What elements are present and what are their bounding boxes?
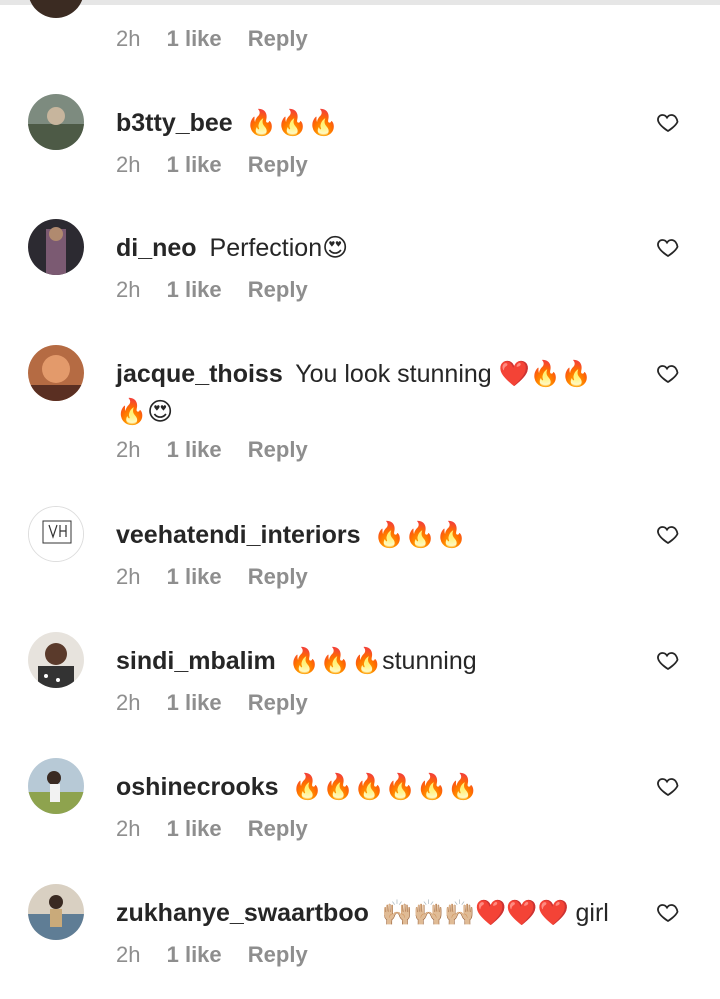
comment-likes[interactable]: 1 like — [167, 437, 222, 462]
comment-likes[interactable]: 1 like — [167, 152, 222, 177]
comment-meta: 2h 1 like Reply — [116, 26, 308, 52]
avatar[interactable] — [28, 0, 84, 18]
comment-text: zukhanye_swaartboo 🙌🏼🙌🏼🙌🏼❤️❤️❤️ girl — [116, 894, 626, 932]
comment-time: 2h — [116, 942, 141, 967]
comment-username[interactable]: sindi_mbalim — [116, 647, 276, 675]
comment-text: veehatendi_interiors 🔥🔥🔥 — [116, 516, 626, 554]
comment-text: oshinecrooks 🔥🔥🔥🔥🔥🔥 — [116, 768, 626, 806]
avatar[interactable] — [28, 884, 84, 940]
comment-time: 2h — [116, 564, 141, 589]
avatar[interactable] — [28, 758, 84, 814]
avatar[interactable] — [28, 94, 84, 150]
comment-text: sindi_mbalim 🔥🔥🔥stunning — [116, 642, 626, 680]
comment-body: 🔥🔥🔥stunning — [288, 647, 477, 675]
reply-button[interactable]: Reply — [248, 152, 308, 177]
like-heart-icon[interactable] — [656, 774, 680, 798]
reply-button[interactable]: Reply — [248, 942, 308, 967]
reply-button[interactable]: Reply — [248, 26, 308, 51]
comment-body: 🙌🏼🙌🏼🙌🏼❤️❤️❤️ girl — [381, 899, 609, 927]
avatar[interactable] — [28, 506, 84, 562]
comment-text: jacque_thoiss You look stunning ❤️🔥🔥🔥😍 — [116, 355, 616, 431]
comment-text: di_neo Perfection😍 — [116, 229, 626, 267]
reply-button[interactable]: Reply — [248, 816, 308, 841]
comment-meta: 2h 1 like Reply — [116, 942, 308, 968]
like-heart-icon[interactable] — [656, 235, 680, 259]
reply-button[interactable]: Reply — [248, 690, 308, 715]
comment-meta: 2h 1 like Reply — [116, 152, 308, 178]
comment-time: 2h — [116, 26, 141, 51]
comment-meta: 2h 1 like Reply — [116, 277, 308, 303]
reply-button[interactable]: Reply — [248, 564, 308, 589]
comment-meta: 2h 1 like Reply — [116, 437, 308, 463]
comment-likes[interactable]: 1 like — [167, 816, 222, 841]
comment-username[interactable]: jacque_thoiss — [116, 360, 283, 388]
avatar[interactable] — [28, 219, 84, 275]
comment-body: 🔥🔥🔥🔥🔥🔥 — [291, 773, 479, 801]
comment-likes[interactable]: 1 like — [167, 690, 222, 715]
comment-username[interactable]: zukhanye_swaartboo — [116, 899, 369, 927]
comment-time: 2h — [116, 277, 141, 302]
like-heart-icon[interactable] — [656, 110, 680, 134]
comment-body: 🔥🔥🔥 — [373, 521, 467, 549]
comment-time: 2h — [116, 690, 141, 715]
comment-likes[interactable]: 1 like — [167, 942, 222, 967]
comment-time: 2h — [116, 152, 141, 177]
comment-likes[interactable]: 1 like — [167, 26, 222, 51]
like-heart-icon[interactable] — [656, 900, 680, 924]
avatar[interactable] — [28, 345, 84, 401]
like-heart-icon[interactable] — [656, 361, 680, 385]
comment-meta: 2h 1 like Reply — [116, 816, 308, 842]
comment-body: 🔥🔥🔥 — [245, 109, 340, 137]
comment-username[interactable]: b3tty_bee — [116, 109, 233, 137]
reply-button[interactable]: Reply — [248, 437, 308, 462]
comment-meta: 2h 1 like Reply — [116, 564, 308, 590]
comment-text: b3tty_bee 🔥🔥🔥 — [116, 104, 626, 142]
comment-username[interactable]: di_neo — [116, 234, 197, 262]
like-heart-icon[interactable] — [656, 648, 680, 672]
comment-meta: 2h 1 like Reply — [116, 690, 308, 716]
comment-username[interactable]: oshinecrooks — [116, 773, 279, 801]
top-divider — [0, 0, 720, 5]
avatar[interactable] — [28, 632, 84, 688]
reply-button[interactable]: Reply — [248, 277, 308, 302]
comment-time: 2h — [116, 816, 141, 841]
comment-time: 2h — [116, 437, 141, 462]
comment-username[interactable]: veehatendi_interiors — [116, 521, 361, 549]
like-heart-icon[interactable] — [656, 522, 680, 546]
comment-likes[interactable]: 1 like — [167, 277, 222, 302]
comment-body: Perfection😍 — [209, 234, 349, 262]
comment-likes[interactable]: 1 like — [167, 564, 222, 589]
